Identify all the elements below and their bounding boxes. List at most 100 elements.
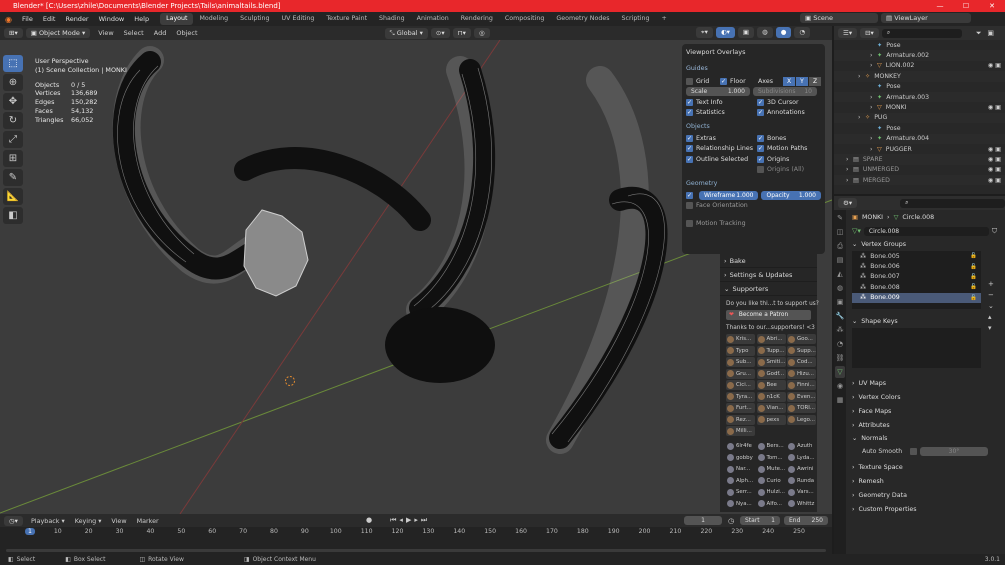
expand-arrow-icon[interactable]: › (846, 156, 853, 163)
xray-toggle[interactable]: ▣ (737, 27, 755, 38)
supporter-button[interactable]: Typo (726, 345, 755, 356)
subdivisions-field[interactable]: Subdivisions 10 (753, 87, 817, 97)
supporter-entry[interactable]: Azuth (787, 441, 816, 451)
supporter-entry[interactable]: Serr... (726, 487, 755, 497)
outliner-row[interactable]: › ▽ PUGGER ◉ ▣ (834, 144, 1005, 154)
vertex-group-item[interactable]: ⁂ Bone.007 🔓 (852, 272, 981, 282)
collapsed-panel-header[interactable]: › Attributes (848, 418, 1005, 432)
collapsed-panel-header[interactable]: › Remesh (848, 474, 1005, 488)
record-button[interactable]: ● (366, 516, 372, 525)
view-layer-tab-icon[interactable]: ▤ (835, 254, 845, 266)
end-frame-field[interactable]: End 250 (784, 516, 828, 525)
material-tab-icon[interactable]: ◉ (835, 380, 845, 392)
supporter-button[interactable]: Cod... (787, 357, 816, 367)
text-info-checkbox[interactable]: ✓ Text Info (686, 98, 757, 106)
supporter-button[interactable]: Godf... (756, 368, 786, 379)
orientation-dropdown[interactable]: ⤡ Global ▾ (384, 27, 428, 39)
rotate-tool-icon[interactable]: ↻ (3, 112, 23, 129)
add-workspace-button[interactable]: + (656, 13, 673, 25)
statistics-checkbox[interactable]: ✓ Statistics (686, 109, 757, 117)
properties-search-input[interactable]: ⌕ (900, 198, 1005, 208)
supporter-button[interactable]: Lego... (787, 414, 816, 425)
menu-view[interactable]: View (93, 29, 118, 37)
outliner-row[interactable]: ✦ Pose (834, 82, 1005, 92)
current-frame-field[interactable]: 1 (684, 516, 722, 525)
tab-scripting[interactable]: Scripting (616, 13, 656, 25)
outline-selected-checkbox[interactable]: ✓ Outline Selected (686, 155, 757, 163)
expand-arrow-icon[interactable]: › (846, 166, 853, 173)
axis-z-toggle[interactable]: Z (809, 76, 821, 86)
timeline-ruler[interactable]: 1 10 20 30 40 50 60 70 80 90 100 110 120 130 140 150 160… (0, 528, 832, 540)
particles-tab-icon[interactable]: ⁂ (835, 324, 845, 336)
3d-cursor-checkbox[interactable]: ✓ 3D Cursor (757, 98, 799, 106)
grid-scale-field[interactable]: Scale 1.000 (686, 87, 750, 97)
collapsed-panel-header[interactable]: › Custom Properties (848, 502, 1005, 516)
supporter-entry[interactable]: Nya... (726, 499, 755, 509)
origins-checkbox[interactable]: ✓ Origins (757, 155, 789, 163)
tab-layout[interactable]: Layout (160, 13, 194, 25)
maximize-button[interactable]: ☐ (953, 0, 979, 12)
tab-texture-paint[interactable]: Texture Paint (320, 13, 373, 25)
fake-user-icon[interactable]: ⛉ (992, 227, 997, 236)
tab-compositing[interactable]: Compositing (499, 13, 550, 25)
properties-editor-type-button[interactable]: ⚙▾ (838, 198, 858, 208)
world-tab-icon[interactable]: ◍ (835, 282, 845, 294)
supporter-entry[interactable]: Alfo... (757, 499, 786, 509)
supporter-entry[interactable]: Nar... (726, 464, 755, 474)
supporter-entry[interactable]: Mute... (757, 464, 786, 474)
menu-file[interactable]: File (17, 15, 38, 23)
supporter-button[interactable]: Goo... (787, 334, 816, 344)
motion-paths-checkbox[interactable]: ✓ Motion Paths (757, 145, 807, 153)
lock-icon[interactable]: 🔓 (970, 274, 977, 280)
vertex-groups-panel-header[interactable]: ⌄ Vertex Groups (848, 238, 1005, 251)
lock-icon[interactable]: 🔓 (970, 284, 977, 290)
specials-menu-icon[interactable]: ⌄ (988, 302, 994, 310)
supporter-button[interactable]: Finni... (787, 380, 816, 390)
visibility-toggle-icon[interactable]: ◉ ▣ (988, 104, 1001, 111)
menu-object[interactable]: Object (171, 29, 202, 37)
tab-modeling[interactable]: Modeling (193, 13, 234, 25)
lock-icon[interactable]: 🔓 (970, 253, 977, 259)
outliner-row[interactable]: › ▤ MERGED ◉ ▣ (834, 175, 1005, 186)
floor-checkbox[interactable]: ✓ Floor (720, 77, 758, 85)
editor-type-button[interactable]: ⊞▾ (4, 28, 23, 38)
tab-rendering[interactable]: Rendering (455, 13, 499, 25)
face-orientation-checkbox[interactable]: Face Orientation (686, 202, 748, 210)
grid-checkbox[interactable]: Grid (686, 77, 720, 85)
supporter-button[interactable]: Gru... (726, 368, 755, 379)
extras-checkbox[interactable]: ✓ Extras (686, 134, 757, 142)
expand-arrow-icon[interactable]: › (870, 94, 877, 101)
menu-render[interactable]: Render (60, 15, 93, 23)
modifier-tab-icon[interactable]: 🔧 (835, 310, 845, 322)
proportional-edit-toggle[interactable]: ◎ (473, 28, 490, 38)
bake-section[interactable]: › Bake (720, 254, 817, 268)
tab-shading[interactable]: Shading (373, 13, 411, 25)
texture-tab-icon[interactable]: ▦ (835, 394, 845, 406)
mode-dropdown[interactable]: ▣ Object Mode ▾ (25, 28, 91, 38)
tool-tab-icon[interactable]: ✎ (835, 212, 845, 224)
supporter-button[interactable]: Milli... (726, 426, 755, 436)
relationship-lines-checkbox[interactable]: ✓ Relationship Lines (686, 145, 757, 153)
expand-arrow-icon[interactable]: › (858, 114, 865, 121)
timeline-editor-type-button[interactable]: ◷▾ (4, 515, 23, 526)
origins-all-checkbox[interactable]: Origins (All) (757, 166, 804, 174)
axis-x-toggle[interactable]: X (783, 76, 795, 86)
move-tool-icon[interactable]: ✥ (3, 93, 23, 110)
blender-logo-icon[interactable]: ◉ (0, 15, 17, 24)
close-button[interactable]: ✕ (979, 0, 1005, 12)
pivot-dropdown[interactable]: ⊙▾ (430, 28, 450, 38)
vertex-group-item[interactable]: ⁂ Bone.008 🔓 (852, 282, 981, 292)
minimize-button[interactable]: — (927, 0, 953, 12)
timeline-scrollbar[interactable] (6, 549, 826, 552)
render-tab-icon[interactable]: ◫ (835, 226, 845, 238)
menu-playback[interactable]: Playback ▾ (26, 517, 70, 525)
supporter-entry[interactable]: 6lr4fe (726, 441, 755, 451)
shading-solid-button[interactable]: ● (775, 27, 792, 38)
menu-add[interactable]: Add (149, 29, 172, 37)
overlays-toggle[interactable]: ◐▾ (715, 27, 735, 38)
become-patron-button[interactable]: ❤ Become a Patron (726, 310, 811, 320)
outliner-row[interactable]: ✦ Pose (834, 123, 1005, 133)
tab-animation[interactable]: Animation (411, 13, 455, 25)
expand-arrow-icon[interactable]: › (870, 135, 877, 142)
lock-icon[interactable]: 🔓 (970, 264, 977, 270)
